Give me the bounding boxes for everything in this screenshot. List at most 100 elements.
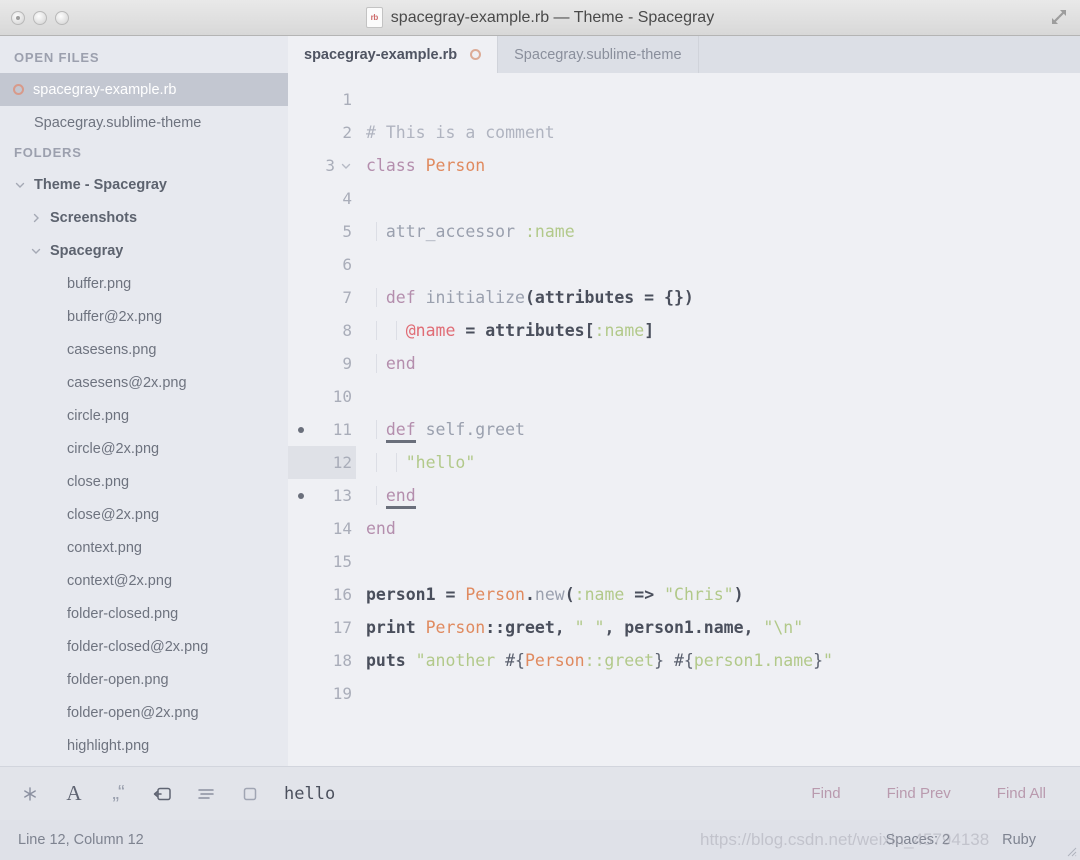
line-number: 6 bbox=[342, 255, 352, 274]
fullscreen-icon[interactable] bbox=[1046, 4, 1072, 30]
indent-setting[interactable]: Spaces: 2 bbox=[886, 832, 951, 848]
code-token: = bbox=[455, 321, 486, 340]
sidebar-file-item[interactable]: folder-closed.png bbox=[0, 597, 288, 630]
code-line[interactable]: 6 bbox=[288, 248, 1080, 281]
sidebar-file-item[interactable]: context.png bbox=[0, 531, 288, 564]
code-line[interactable]: 8 @name = attributes[:name] bbox=[288, 314, 1080, 347]
sidebar-file-label: folder-open@2x.png bbox=[67, 704, 199, 721]
code-token: Person bbox=[425, 618, 486, 637]
tab-spacegray-sublime-theme[interactable]: Spacegray.sublime-theme bbox=[498, 36, 699, 73]
line-number: 1 bbox=[342, 90, 352, 109]
code-token: . bbox=[524, 585, 535, 604]
line-number: 16 bbox=[332, 585, 352, 604]
line-number: 12 bbox=[288, 446, 356, 479]
open-file-spacegray-sublime-theme[interactable]: Spacegray.sublime-theme bbox=[0, 106, 288, 139]
syntax-setting[interactable]: Ruby bbox=[1002, 832, 1036, 848]
code-line[interactable]: 4 bbox=[288, 182, 1080, 215]
bookmark-icon bbox=[298, 492, 304, 499]
highlight-results-icon[interactable] bbox=[238, 782, 262, 806]
code-line[interactable]: 15 bbox=[288, 545, 1080, 578]
code-line[interactable]: 2 # This is a comment bbox=[288, 116, 1080, 149]
find-bar: A „“ Find Find Prev Find All bbox=[0, 766, 1080, 820]
code-line[interactable]: 5 attr_accessor :name bbox=[288, 215, 1080, 248]
regex-icon[interactable] bbox=[18, 782, 42, 806]
code-line[interactable]: 9 end bbox=[288, 347, 1080, 380]
sidebar-file-item[interactable]: folder-open.png bbox=[0, 663, 288, 696]
sidebar-file-item[interactable]: circle@2x.png bbox=[0, 432, 288, 465]
code-line[interactable]: 13 end bbox=[288, 479, 1080, 512]
code-text: @name = attributes[:name] bbox=[356, 321, 654, 340]
code-line[interactable]: 1 bbox=[288, 83, 1080, 116]
sidebar-file-item[interactable]: close@2x.png bbox=[0, 498, 288, 531]
code-token: " bbox=[823, 651, 833, 670]
find-prev-button[interactable]: Find Prev bbox=[887, 785, 951, 802]
title-bar: rb spacegray-example.rb — Theme - Spaceg… bbox=[0, 0, 1080, 36]
code-line[interactable]: 19 bbox=[288, 677, 1080, 710]
code-line[interactable]: 18 puts "another #{Person::greet} #{perso… bbox=[288, 644, 1080, 677]
code-line[interactable]: 3 class Person bbox=[288, 149, 1080, 182]
code-line[interactable]: 17 print Person::greet, " ", person1.name… bbox=[288, 611, 1080, 644]
folders-header: FOLDERS bbox=[14, 145, 82, 160]
sidebar-file-item[interactable]: highlight.png bbox=[0, 729, 288, 762]
code-token: #{ bbox=[505, 651, 525, 670]
indent-guide bbox=[395, 453, 397, 472]
sidebar-file-label: highlight.png bbox=[67, 737, 150, 754]
case-sensitive-icon[interactable]: A bbox=[62, 781, 86, 806]
sidebar-file-item[interactable]: close.png bbox=[0, 465, 288, 498]
code-line[interactable]: 16 person1 = Person.new(:name => "Chris") bbox=[288, 578, 1080, 611]
fold-chevron-icon[interactable] bbox=[340, 160, 352, 172]
find-all-button[interactable]: Find All bbox=[997, 785, 1046, 802]
code-token: person1.name bbox=[693, 651, 814, 670]
code-token: :name bbox=[574, 585, 625, 604]
code-line[interactable]: 12 "hello" bbox=[288, 446, 1080, 479]
minimize-button[interactable] bbox=[33, 10, 47, 25]
folder-label: Screenshots bbox=[50, 209, 138, 226]
unsaved-indicator-icon[interactable] bbox=[470, 49, 482, 60]
sidebar-file-item[interactable]: folder-closed@2x.png bbox=[0, 630, 288, 663]
tab-spacegray-example[interactable]: spacegray-example.rb bbox=[288, 36, 499, 73]
code-line[interactable]: 10 bbox=[288, 380, 1080, 413]
code-token: " " bbox=[574, 618, 605, 637]
code-token: :name bbox=[524, 222, 575, 241]
search-input[interactable] bbox=[284, 783, 812, 804]
code-token: } bbox=[813, 651, 824, 670]
code-token: ::greet, bbox=[485, 618, 575, 637]
sublime-window: rb spacegray-example.rb — Theme - Spaceg… bbox=[0, 0, 1080, 860]
sidebar-file-item[interactable]: circle.png bbox=[0, 399, 288, 432]
folder-spacegray[interactable]: Spacegray bbox=[0, 234, 288, 267]
code-token: = bbox=[435, 585, 466, 604]
find-button[interactable]: Find bbox=[811, 785, 840, 802]
sidebar-file-label: folder-closed.png bbox=[67, 605, 179, 622]
sidebar-file-label: folder-open.png bbox=[67, 671, 169, 688]
status-right-group: Spaces: 2 Ruby bbox=[886, 832, 1062, 848]
sidebar-file-item[interactable]: folder-open@2x.png bbox=[0, 696, 288, 729]
resize-grip[interactable] bbox=[1064, 844, 1078, 858]
sidebar-file-item[interactable]: casesens@2x.png bbox=[0, 366, 288, 399]
code-token: ) bbox=[733, 585, 744, 604]
code-line[interactable]: 7 def initialize(attributes = {}) bbox=[288, 281, 1080, 314]
in-selection-icon[interactable] bbox=[194, 782, 218, 806]
code-token: end bbox=[366, 354, 416, 373]
code-line[interactable]: 14 end bbox=[288, 512, 1080, 545]
open-file-spacegray-example[interactable]: spacegray-example.rb bbox=[0, 73, 288, 106]
code-token: end bbox=[385, 486, 416, 509]
code-line[interactable]: 11 def self.greet bbox=[288, 413, 1080, 446]
sidebar-file-item[interactable]: buffer@2x.png bbox=[0, 300, 288, 333]
line-number: 19 bbox=[332, 684, 352, 703]
close-button[interactable] bbox=[11, 10, 25, 25]
whole-word-icon[interactable]: „“ bbox=[106, 782, 130, 806]
sidebar-file-item[interactable]: casesens.png bbox=[0, 333, 288, 366]
ruby-file-icon: rb bbox=[365, 7, 383, 28]
wrap-icon[interactable] bbox=[150, 782, 174, 806]
folder-theme-spacegray[interactable]: Theme - Spacegray bbox=[0, 168, 288, 201]
code-editor[interactable]: 1 2 # This is a comment 3 class Person 4 5 att… bbox=[288, 73, 1080, 766]
status-bar: Line 12, Column 12 https://blog.csdn.net… bbox=[0, 820, 1080, 860]
code-text: attr_accessor :name bbox=[356, 222, 575, 241]
folder-screenshots[interactable]: Screenshots bbox=[0, 201, 288, 234]
zoom-button[interactable] bbox=[55, 10, 69, 25]
sidebar-file-item[interactable]: buffer.png bbox=[0, 267, 288, 300]
sidebar-file-item[interactable]: context@2x.png bbox=[0, 564, 288, 597]
code-token: def bbox=[385, 420, 416, 443]
